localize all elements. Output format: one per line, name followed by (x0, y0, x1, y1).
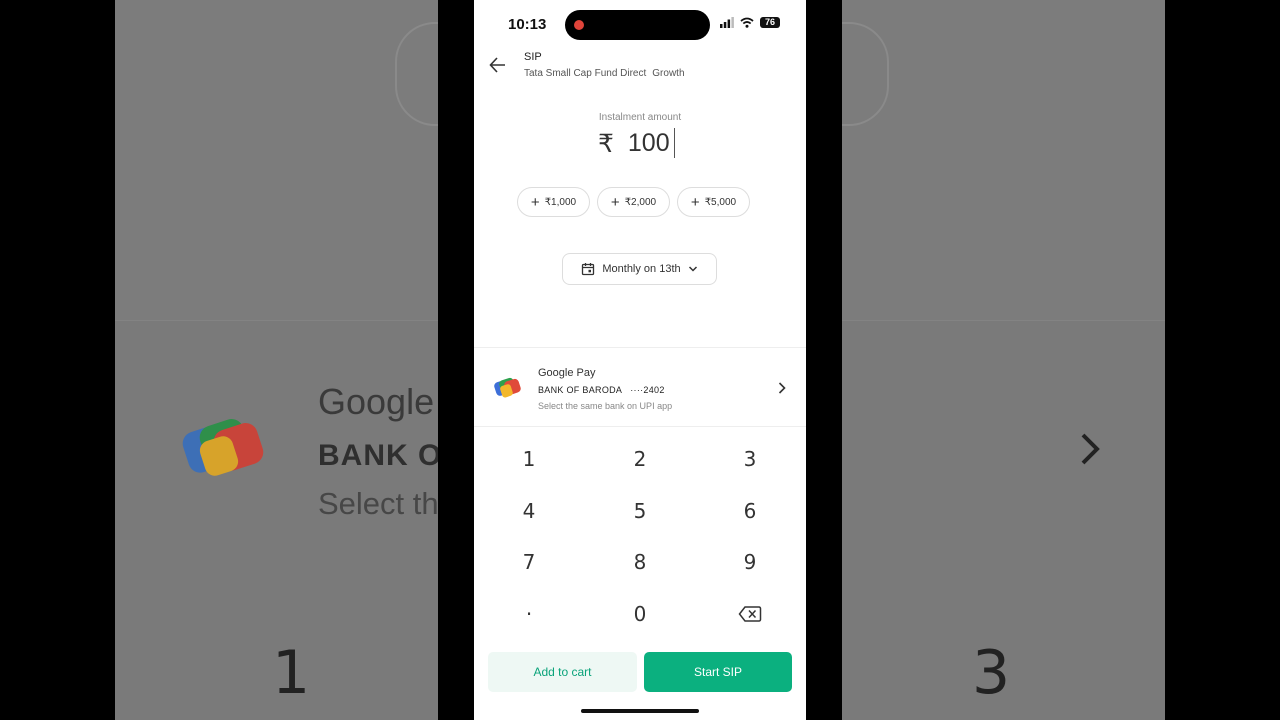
add-2000-chip[interactable]: + ₹2,000 (597, 187, 670, 217)
frequency-label: Monthly on 13th (602, 263, 681, 275)
frequency-dropdown[interactable]: Monthly on 13th (562, 253, 717, 285)
phone-screen: 10:13 76 SIP Tata Small Cap Fund Direct G… (474, 0, 806, 720)
background-note-text: Select th (318, 486, 439, 521)
chevron-down-icon (688, 266, 697, 272)
start-sip-button[interactable]: Start SIP (644, 652, 792, 692)
account-mask: ····2402 (630, 385, 665, 395)
key-6[interactable]: 6 (695, 487, 805, 535)
google-pay-logo (494, 377, 521, 398)
background-key-3: 3 (972, 638, 1011, 708)
payment-bank: BANK OF BARODA ····2402 (538, 385, 665, 395)
amount-label: Instalment amount (598, 112, 682, 123)
plus-icon: + (610, 193, 620, 211)
home-indicator[interactable] (581, 709, 699, 713)
recording-indicator-icon (574, 20, 584, 30)
bank-name: BANK OF BARODA (538, 385, 623, 395)
key-9[interactable]: 9 (695, 538, 805, 586)
page-title: SIP (524, 51, 542, 63)
fund-plan: Growth (652, 68, 685, 79)
key-decimal[interactable]: · (474, 590, 584, 638)
chip-label: ₹2,000 (624, 196, 657, 208)
background-chevron-right-icon (1081, 433, 1100, 465)
chip-label: ₹5,000 (704, 196, 737, 208)
fund-name: Tata Small Cap Fund Direct (524, 68, 647, 79)
status-time: 10:13 (508, 16, 547, 33)
back-arrow-icon[interactable] (488, 55, 508, 75)
add-1000-chip[interactable]: + ₹1,000 (517, 187, 590, 217)
key-4[interactable]: 4 (474, 487, 584, 535)
chevron-right-icon (778, 382, 786, 394)
calendar-icon (582, 263, 595, 276)
amount-value: 100 (627, 128, 670, 157)
key-0[interactable]: 0 (585, 590, 695, 638)
wifi-icon (740, 17, 754, 28)
add-5000-chip[interactable]: + ₹5,000 (677, 187, 750, 217)
background-key-1: 1 (272, 638, 311, 708)
dynamic-island (565, 10, 710, 40)
key-8[interactable]: 8 (585, 538, 695, 586)
key-1[interactable]: 1 (474, 435, 584, 483)
amount-input[interactable]: ₹ 100 (598, 128, 675, 158)
text-cursor (673, 128, 675, 158)
backspace-icon (738, 606, 762, 622)
payment-note: Select the same bank on UPI app (538, 401, 673, 411)
currency-symbol: ₹ (598, 128, 614, 158)
signal-icon (720, 17, 734, 28)
chip-label: ₹1,000 (544, 196, 577, 208)
plus-icon: + (530, 193, 540, 211)
battery-icon: 76 (760, 17, 780, 28)
status-icons: 76 (720, 17, 780, 28)
payment-app-name: Google Pay (538, 367, 596, 379)
key-5[interactable]: 5 (585, 487, 695, 535)
plus-icon: + (690, 193, 700, 211)
background-google-pay-logo (182, 419, 264, 476)
add-to-cart-button[interactable]: Add to cart (488, 652, 637, 692)
key-7[interactable]: 7 (474, 538, 584, 586)
fund-subtitle: Tata Small Cap Fund Direct Growth (524, 68, 685, 79)
key-2[interactable]: 2 (585, 435, 695, 483)
background-title-text: Google (318, 381, 435, 422)
key-backspace[interactable] (695, 590, 805, 638)
payment-method-row[interactable]: Google Pay BANK OF BARODA ····2402 Select… (474, 347, 806, 427)
key-3[interactable]: 3 (695, 435, 805, 483)
quick-add-chips: + ₹1,000 + ₹2,000 + ₹5,000 (517, 187, 750, 217)
